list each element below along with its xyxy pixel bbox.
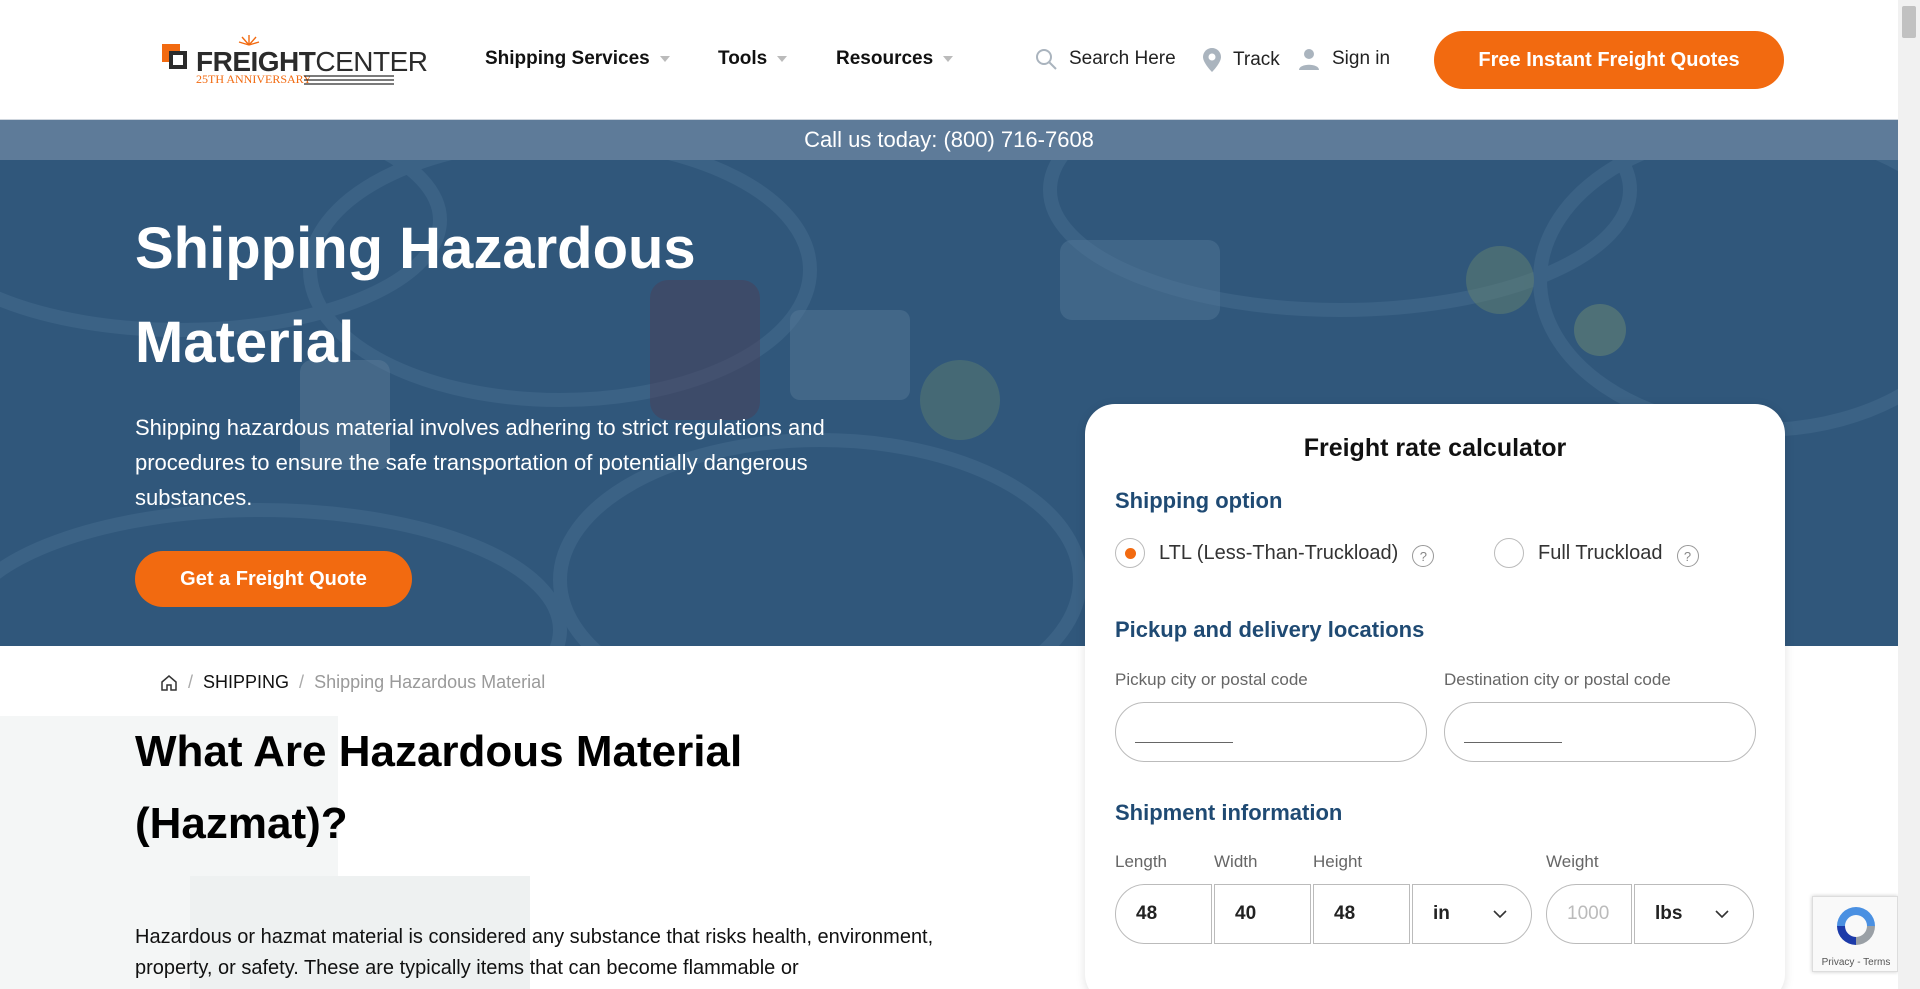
nav-label: Resources xyxy=(836,48,934,69)
option-ltl[interactable]: LTL (Less-Than-Truckload) ? xyxy=(1115,538,1435,568)
nav-shipping-services[interactable]: Shipping Services xyxy=(485,48,670,70)
recaptcha-icon xyxy=(1837,907,1875,945)
weight-label: Weight xyxy=(1546,852,1599,871)
chevron-down-icon xyxy=(659,56,670,62)
logo-lines-icon xyxy=(304,75,394,85)
shipment-info-heading: Shipment information xyxy=(1115,800,1343,825)
recaptcha-text[interactable]: Privacy - Terms xyxy=(1813,957,1899,968)
phone-bar: Call us today: (800) 716-7608 xyxy=(0,120,1898,160)
location-pin-icon xyxy=(1203,48,1221,72)
search-link[interactable]: Search Here xyxy=(1035,48,1176,70)
page-scrollbar[interactable] xyxy=(1898,0,1920,989)
article-paragraph: Hazardous or hazmat material is consider… xyxy=(135,926,934,979)
logo-mark-icon xyxy=(162,44,187,69)
help-icon[interactable]: ? xyxy=(1676,545,1699,567)
pickup-label: Pickup city or postal code xyxy=(1115,670,1308,689)
height-label: Height xyxy=(1313,852,1363,871)
breadcrumb-current: Shipping Hazardous Material xyxy=(314,672,546,692)
nav-tools[interactable]: Tools xyxy=(718,48,788,70)
locations-heading: Pickup and delivery locations xyxy=(1115,617,1425,642)
length-label: Length xyxy=(1115,852,1167,871)
width-label: Width xyxy=(1214,852,1258,871)
hero-title: Shipping Hazardous Material xyxy=(135,216,696,375)
help-icon[interactable]: ? xyxy=(1412,545,1435,567)
height-input[interactable]: 48 xyxy=(1313,884,1410,944)
logo-sun-icon xyxy=(238,35,260,46)
chevron-down-icon xyxy=(1715,910,1729,918)
search-label: Search Here xyxy=(1069,48,1176,69)
weight-group: 1000 lbs xyxy=(1546,884,1756,944)
breadcrumb: / SHIPPING / Shipping Hazardous Material xyxy=(160,672,545,693)
breadcrumb-separator: / xyxy=(188,672,194,692)
nav-resources[interactable]: Resources xyxy=(836,48,954,70)
chevron-down-icon xyxy=(1493,910,1507,918)
nav-label: Shipping Services xyxy=(485,48,650,69)
hero-description: Shipping hazardous material involves adh… xyxy=(135,415,825,510)
radio-full-truckload[interactable] xyxy=(1494,538,1524,568)
input-underline xyxy=(1464,742,1562,743)
weight-unit-select[interactable]: lbs xyxy=(1634,884,1754,944)
dimensions-group: 48 40 48 in xyxy=(1115,884,1534,944)
weight-input[interactable]: 1000 xyxy=(1546,884,1632,944)
width-input[interactable]: 40 xyxy=(1214,884,1311,944)
user-icon xyxy=(1299,49,1319,70)
shipping-option-heading: Shipping option xyxy=(1115,488,1283,513)
breadcrumb-separator: / xyxy=(299,672,305,692)
logo-tagline: 25TH ANNIVERSARY xyxy=(196,72,312,86)
destination-input[interactable] xyxy=(1444,702,1756,762)
signin-label: Sign in xyxy=(1332,48,1391,69)
input-underline xyxy=(1135,742,1233,743)
weight-unit-value: lbs xyxy=(1655,903,1683,924)
search-icon xyxy=(1036,49,1057,70)
calculator-title: Freight rate calculator xyxy=(1303,434,1567,462)
destination-label: Destination city or postal code xyxy=(1444,670,1671,689)
scrollbar-thumb[interactable] xyxy=(1902,6,1916,38)
dimension-unit-value: in xyxy=(1433,903,1450,924)
dimension-unit-select[interactable]: in xyxy=(1412,884,1532,944)
chevron-down-icon xyxy=(943,56,954,62)
get-freight-quote-button[interactable]: Get a Freight Quote xyxy=(135,551,412,607)
length-input[interactable]: 48 xyxy=(1115,884,1212,944)
signin-link[interactable]: Sign in xyxy=(1298,48,1390,70)
track-label: Track xyxy=(1233,49,1280,70)
option-full-truckload[interactable]: Full Truckload ? xyxy=(1494,538,1699,568)
recaptcha-badge[interactable]: Privacy - Terms xyxy=(1812,896,1898,972)
pickup-input[interactable] xyxy=(1115,702,1427,762)
home-icon[interactable] xyxy=(160,674,178,692)
freightcenter-logo[interactable]: FREIGHTCENTER 25TH ANNIVERSARY xyxy=(162,35,428,86)
site-header: FREIGHTCENTER 25TH ANNIVERSARY Shipping … xyxy=(0,0,1898,120)
freight-rate-calculator: Freight rate calculator Shipping option … xyxy=(1085,404,1785,989)
free-quotes-button[interactable]: Free Instant Freight Quotes xyxy=(1434,31,1784,89)
article-heading: What Are Hazardous Material (Hazmat)? xyxy=(135,727,743,848)
nav-label: Tools xyxy=(718,48,768,69)
radio-ltl[interactable] xyxy=(1115,538,1145,568)
option-ftl-label: Full Truckload xyxy=(1538,541,1663,564)
chevron-down-icon xyxy=(777,56,788,62)
option-ltl-label: LTL (Less-Than-Truckload) xyxy=(1159,541,1399,564)
breadcrumb-shipping[interactable]: SHIPPING xyxy=(203,672,289,693)
track-link[interactable]: Track xyxy=(1203,48,1280,72)
phone-text[interactable]: Call us today: (800) 716-7608 xyxy=(804,127,1094,153)
